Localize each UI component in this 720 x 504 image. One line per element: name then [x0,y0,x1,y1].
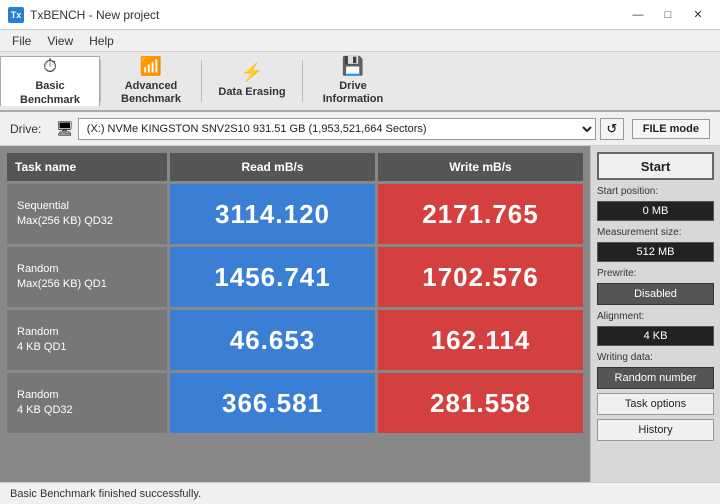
write-cell: 162.114 [378,310,583,370]
task-cell: RandomMax(256 KB) QD1 [7,247,167,307]
advanced-benchmark-icon: 📶 [140,56,162,77]
read-cell: 46.653 [170,310,375,370]
drive-information-icon: 💾 [342,56,364,77]
status-bar: Basic Benchmark finished successfully. [0,482,720,504]
window-controls: — □ ✕ [624,5,712,25]
advanced-benchmark-label: AdvancedBenchmark [121,80,181,106]
drive-bar: Drive: 🖥 (X:) NVMe KINGSTON SNV2S10 931.… [0,112,720,146]
tab-drive-information[interactable]: 💾 DriveInformation [303,56,403,106]
measurement-size-label: Measurement size: [597,227,714,238]
window-title: TxBENCH - New project [30,8,159,22]
col-header-write: Write mB/s [378,153,583,181]
toolbar: ⏱ BasicBenchmark 📶 AdvancedBenchmark ⚡ D… [0,52,720,112]
menu-bar: File View Help [0,30,720,52]
writing-data-label: Writing data: [597,352,714,363]
read-cell: 366.581 [170,373,375,433]
minimize-button[interactable]: — [624,5,652,25]
maximize-button[interactable]: □ [654,5,682,25]
title-bar-left: Tx TxBENCH - New project [8,7,159,23]
alignment-label: Alignment: [597,311,714,322]
alignment-value: 4 KB [597,326,714,346]
start-position-value: 0 MB [597,201,714,221]
table-row: SequentialMax(256 KB) QD32 3114.120 2171… [7,184,583,244]
drive-select-container: 🖥 (X:) NVMe KINGSTON SNV2S10 931.51 GB (… [56,118,624,140]
table-row: Random4 KB QD1 46.653 162.114 [7,310,583,370]
task-cell: SequentialMax(256 KB) QD32 [7,184,167,244]
right-panel: Start Start position: 0 MB Measurement s… [590,146,720,482]
col-header-read: Read mB/s [170,153,375,181]
write-cell: 2171.765 [378,184,583,244]
task-options-button[interactable]: Task options [597,393,714,415]
measurement-size-value: 512 MB [597,242,714,262]
table-header-row: Task name Read mB/s Write mB/s [7,153,583,181]
prewrite-button[interactable]: Disabled [597,283,714,305]
table-row: Random4 KB QD32 366.581 281.558 [7,373,583,433]
task-cell: Random4 KB QD1 [7,310,167,370]
history-button[interactable]: History [597,419,714,441]
results-area: Task name Read mB/s Write mB/s Sequentia… [0,146,590,482]
basic-benchmark-icon: ⏱ [43,56,57,77]
close-button[interactable]: ✕ [684,5,712,25]
menu-view[interactable]: View [39,32,81,50]
drive-disk-icon: 🖥 [56,120,74,137]
start-position-label: Start position: [597,186,714,197]
drive-information-label: DriveInformation [323,80,384,106]
file-mode-button[interactable]: FILE mode [632,119,710,139]
writing-data-button[interactable]: Random number [597,367,714,389]
main-area: Task name Read mB/s Write mB/s Sequentia… [0,146,720,482]
table-row: RandomMax(256 KB) QD1 1456.741 1702.576 [7,247,583,307]
tab-data-erasing[interactable]: ⚡ Data Erasing [202,56,302,106]
read-cell: 1456.741 [170,247,375,307]
col-header-task: Task name [7,153,167,181]
write-cell: 1702.576 [378,247,583,307]
basic-benchmark-label: BasicBenchmark [20,80,80,106]
start-button[interactable]: Start [597,152,714,180]
data-erasing-label: Data Erasing [218,86,285,99]
drive-refresh-button[interactable]: ↺ [600,118,624,140]
tab-advanced-benchmark[interactable]: 📶 AdvancedBenchmark [101,56,201,106]
title-bar: Tx TxBENCH - New project — □ ✕ [0,0,720,30]
drive-dropdown[interactable]: (X:) NVMe KINGSTON SNV2S10 931.51 GB (1,… [78,118,596,140]
app-icon: Tx [8,7,24,23]
drive-label: Drive: [10,122,48,136]
status-text: Basic Benchmark finished successfully. [10,488,201,500]
tab-basic-benchmark[interactable]: ⏱ BasicBenchmark [0,56,100,106]
menu-help[interactable]: Help [81,32,122,50]
write-cell: 281.558 [378,373,583,433]
data-erasing-icon: ⚡ [241,62,263,83]
benchmark-table: Task name Read mB/s Write mB/s Sequentia… [4,150,586,436]
prewrite-label: Prewrite: [597,268,714,279]
menu-file[interactable]: File [4,32,39,50]
read-cell: 3114.120 [170,184,375,244]
task-cell: Random4 KB QD32 [7,373,167,433]
